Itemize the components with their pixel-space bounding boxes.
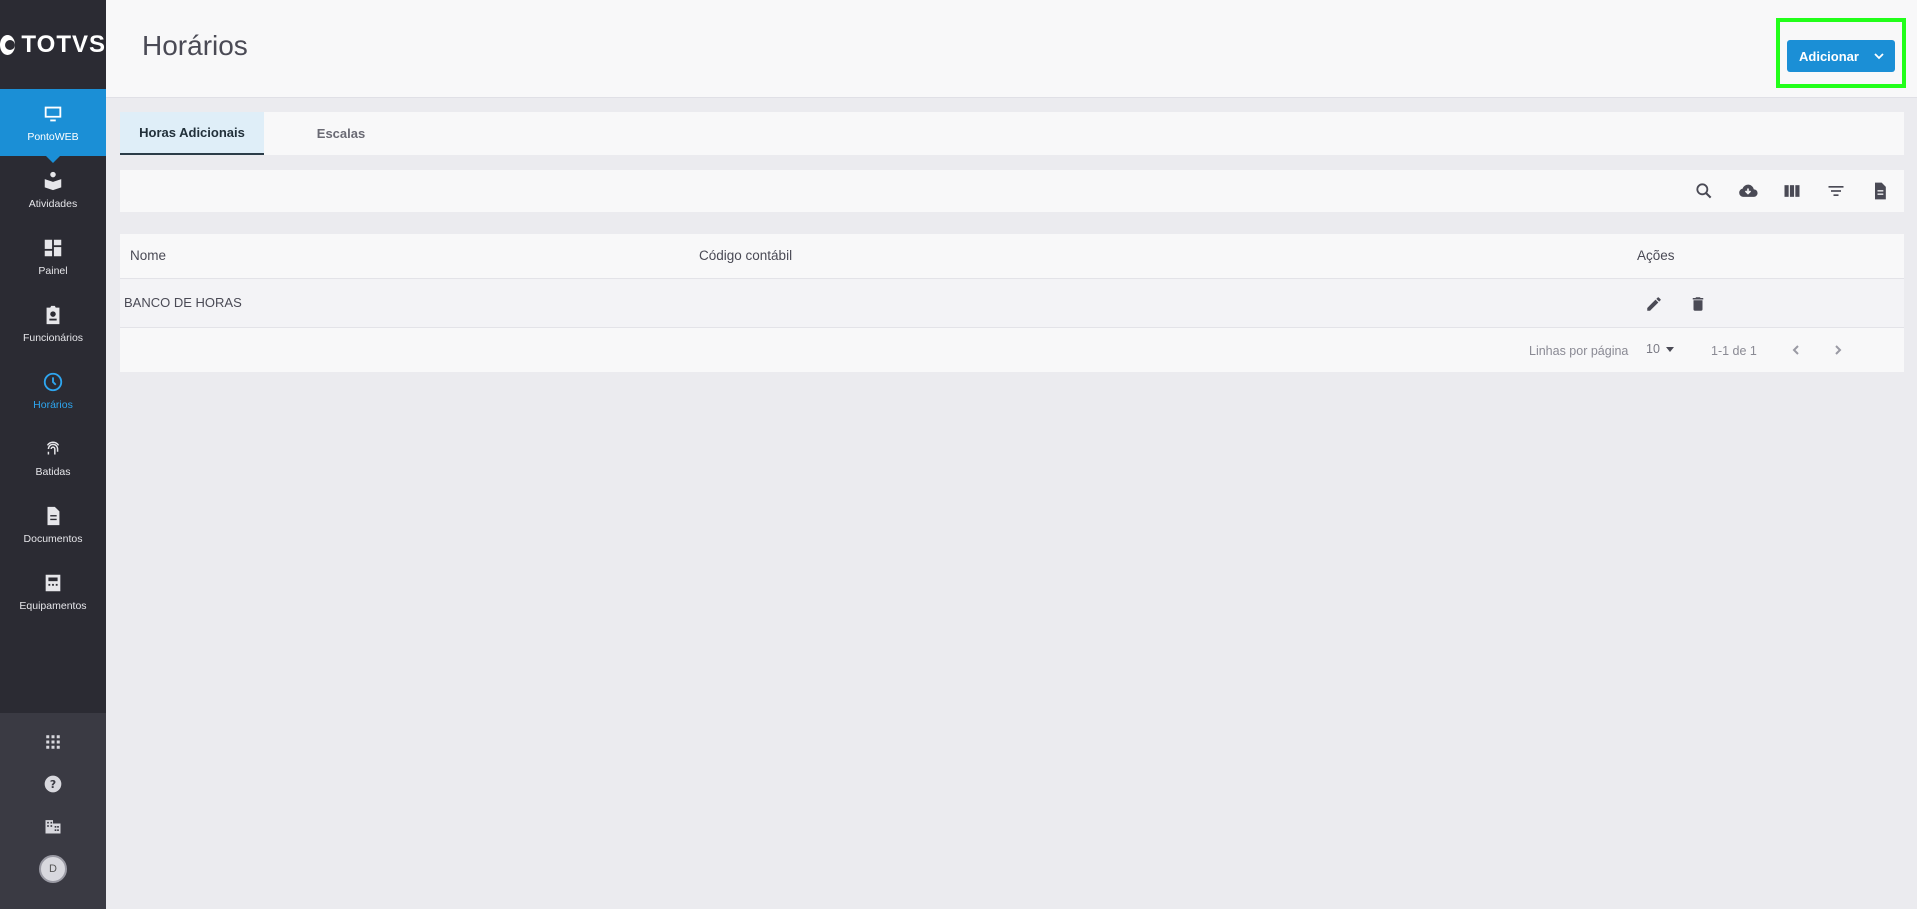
page-header: Horários Adicionar (106, 0, 1917, 98)
sidebar-item-label: Documentos (23, 532, 83, 545)
book-user-icon (44, 171, 62, 190)
table-toolbar (120, 170, 1904, 212)
report-icon[interactable] (1868, 179, 1892, 203)
filter-icon[interactable] (1824, 179, 1848, 203)
add-button-label: Adicionar (1799, 48, 1859, 64)
previous-page-button[interactable] (1786, 340, 1806, 360)
sidebar-item-label: Equipamentos (19, 599, 87, 612)
chevron-down-icon (1874, 53, 1884, 60)
add-button[interactable]: Adicionar (1787, 40, 1895, 72)
sidebar-item-atividades[interactable]: Atividades (0, 156, 106, 223)
table-pagination: Linhas por página 10 1-1 de 1 (120, 328, 1904, 371)
avatar[interactable]: D (39, 855, 67, 883)
column-header-codigo-contabil[interactable]: Código contábil (699, 248, 792, 263)
tab-escalas[interactable]: Escalas (269, 112, 413, 155)
help-icon[interactable]: ? (42, 773, 64, 795)
equipment-icon (45, 574, 61, 591)
company-icon[interactable] (42, 815, 64, 837)
sidebar-item-label: Atividades (28, 197, 78, 210)
data-table: Nome Código contábil Ações BANCO DE HORA… (120, 234, 1904, 372)
chevron-right-icon (1835, 345, 1842, 355)
sidebar-item-painel[interactable]: Painel (0, 223, 106, 290)
pager (1786, 340, 1848, 360)
sidebar-item-batidas[interactable]: Batidas (0, 424, 106, 491)
sidebar: TOTVS PontoWEB Atividades Painel Funcion… (0, 0, 106, 909)
edit-icon[interactable] (1643, 293, 1665, 315)
chevron-left-icon (1792, 345, 1799, 355)
sidebar-item-label: Batidas (35, 465, 71, 478)
cloud-download-icon[interactable] (1736, 179, 1760, 203)
delete-icon[interactable] (1687, 293, 1709, 315)
rows-per-page-value: 10 (1646, 342, 1660, 356)
table-header: Nome Código contábil Ações (120, 234, 1904, 279)
sidebar-item-equipamentos[interactable]: Equipamentos (0, 558, 106, 625)
table-row[interactable]: BANCO DE HORAS (120, 279, 1904, 328)
cell-nome: BANCO DE HORAS (124, 295, 242, 310)
sidebar-item-label: Painel (38, 264, 68, 277)
sidebar-item-pontoweb[interactable]: PontoWEB (0, 89, 106, 163)
sidebar-item-label: PontoWEB (27, 130, 79, 143)
sidebar-item-label: Horários (33, 398, 73, 411)
apps-grid-icon[interactable] (42, 731, 64, 753)
logo-text: TOTVS (21, 30, 106, 58)
pagination-range: 1-1 de 1 (1711, 344, 1757, 358)
rows-per-page-select[interactable]: 10 (1646, 342, 1674, 356)
monitor-icon (44, 106, 62, 121)
columns-icon[interactable] (1780, 179, 1804, 203)
sidebar-item-documentos[interactable]: Documentos (0, 491, 106, 558)
badge-icon (46, 305, 60, 324)
totvs-logo[interactable]: TOTVS (0, 0, 106, 89)
column-header-acoes: Ações (1637, 248, 1675, 263)
tab-bar: Horas Adicionais Escalas (120, 112, 1904, 155)
clock-icon (43, 372, 63, 391)
page-title: Horários (142, 30, 248, 61)
svg-text:?: ? (50, 778, 56, 791)
search-icon[interactable] (1692, 179, 1716, 203)
sidebar-item-horarios[interactable]: Horários (0, 357, 106, 424)
dashboard-icon (44, 239, 62, 256)
rows-per-page-label: Linhas por página (1529, 344, 1629, 358)
document-icon (47, 506, 60, 525)
sidebar-item-label: Funcionários (22, 331, 84, 344)
totvs-logo-icon (0, 34, 16, 55)
sidebar-item-funcionarios[interactable]: Funcionários (0, 290, 106, 357)
caret-down-icon (1665, 346, 1674, 352)
sidebar-bottom: ? D (0, 713, 106, 909)
fingerprint-icon (46, 441, 60, 454)
row-actions (1643, 293, 1709, 315)
column-header-nome[interactable]: Nome (130, 248, 166, 263)
sidebar-nav: PontoWEB Atividades Painel Funcionários … (0, 89, 106, 625)
tab-horas-adicionais[interactable]: Horas Adicionais (120, 112, 264, 155)
next-page-button[interactable] (1828, 340, 1848, 360)
